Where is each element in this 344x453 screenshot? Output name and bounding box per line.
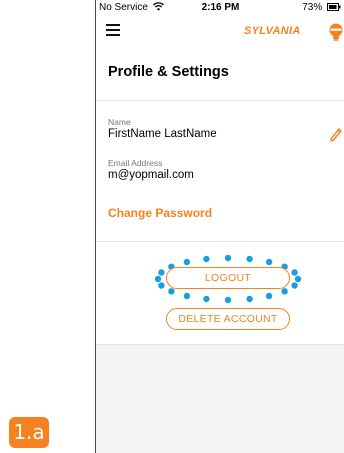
logout-button[interactable]: LOGOUT — [166, 267, 290, 289]
highlight-dot — [265, 258, 273, 266]
highlight-dot — [203, 295, 210, 303]
highlight-dot — [183, 292, 191, 300]
name-label: Name — [108, 117, 131, 127]
email-label: Email Address — [108, 158, 163, 168]
menu-icon[interactable] — [106, 24, 120, 36]
bulb-icon — [329, 23, 343, 41]
change-password-link[interactable]: Change Password — [108, 206, 212, 220]
nav-bar: SYLVANIA — [96, 16, 344, 51]
highlight-dot — [158, 282, 165, 289]
highlight-dot — [291, 282, 298, 289]
highlight-dot — [246, 255, 253, 263]
highlight-dot — [224, 254, 232, 262]
highlight-dot — [183, 258, 191, 266]
status-bar: No Service 2:16 PM 73% — [96, 0, 344, 16]
title-area: Profile & Settings — [96, 51, 344, 101]
account-actions: LOGOUT DELETE ACCOUNT — [96, 242, 344, 345]
battery-icon — [327, 3, 341, 11]
step-badge: 1.a — [9, 417, 49, 448]
profile-card: Name FirstName LastName Email Address m@… — [96, 101, 344, 242]
phone-screen: No Service 2:16 PM 73% SYLVANIA Profile … — [95, 0, 344, 453]
status-battery-group: 73% — [302, 2, 341, 13]
email-value: m@yopmail.com — [108, 169, 194, 181]
highlight-dot — [281, 288, 288, 295]
page-title: Profile & Settings — [108, 64, 229, 80]
highlight-dot — [224, 296, 232, 304]
highlight-dot — [294, 275, 302, 283]
name-value: FirstName LastName — [108, 128, 217, 140]
highlight-dot — [203, 255, 210, 263]
highlight-dot — [246, 295, 253, 303]
highlight-dot — [158, 269, 165, 276]
highlight-dot — [291, 269, 298, 276]
highlight-dot — [154, 275, 162, 283]
delete-account-button[interactable]: DELETE ACCOUNT — [166, 308, 290, 330]
brand-name: SYLVANIA — [244, 25, 301, 37]
highlight-dot — [168, 288, 175, 295]
pencil-icon[interactable] — [330, 128, 342, 142]
highlight-dot — [265, 292, 273, 300]
battery-percent: 73% — [302, 2, 323, 13]
